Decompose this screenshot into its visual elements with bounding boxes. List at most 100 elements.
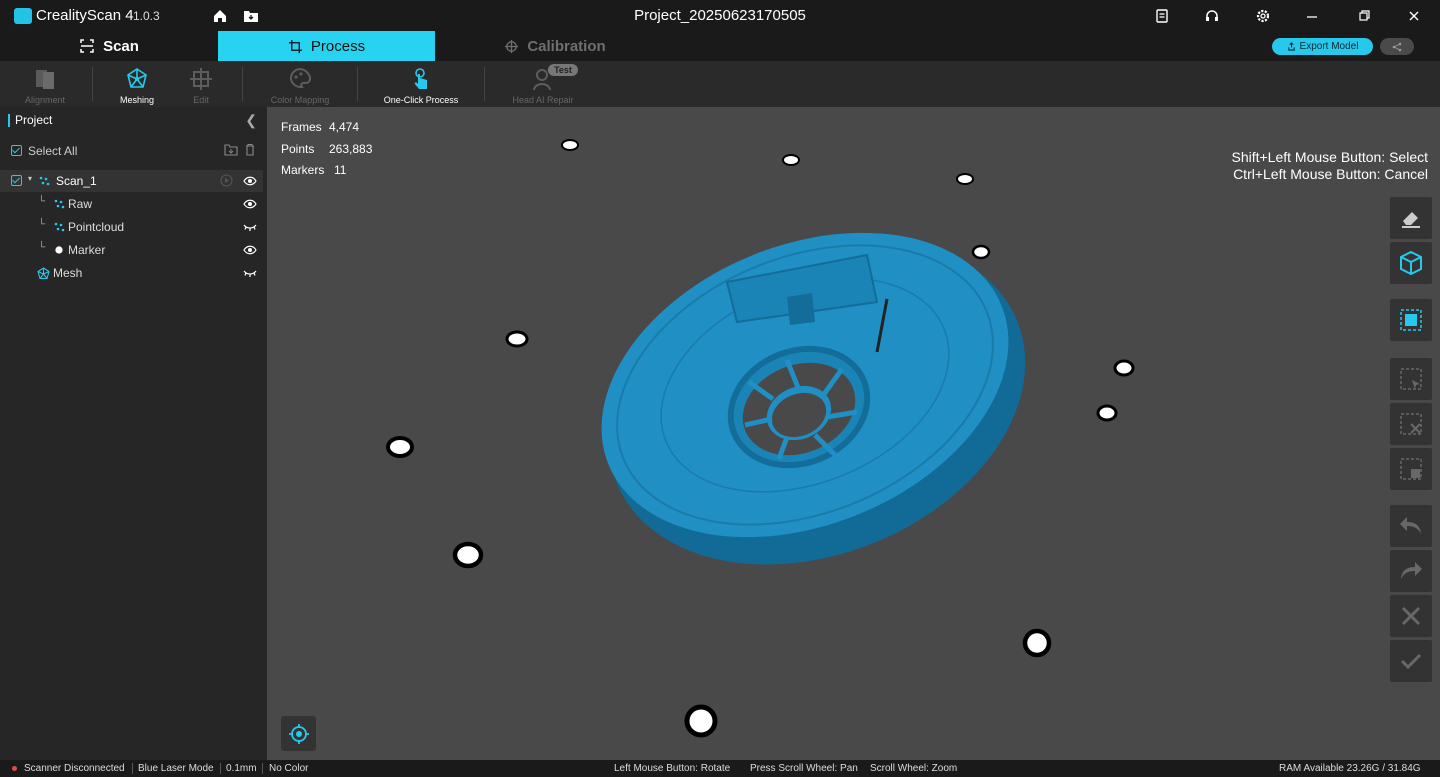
- cancel-x-icon: [1401, 606, 1421, 626]
- home-icon[interactable]: [211, 7, 229, 25]
- test-badge: Test: [548, 64, 578, 76]
- locate-target-icon: [288, 723, 309, 744]
- tab-calibration[interactable]: Calibration: [435, 31, 675, 61]
- folder-icon[interactable]: [242, 7, 260, 25]
- color-mode: No Color: [269, 763, 309, 774]
- confirm-check-icon: [1400, 653, 1422, 670]
- tab-process[interactable]: Process: [218, 31, 435, 61]
- scan-stats: Frames 4,474 Points 263,883 Markers 11: [281, 117, 372, 182]
- cancel-button[interactable]: [1390, 595, 1432, 637]
- frames-label: Frames: [281, 120, 322, 134]
- select-through-icon: [1400, 368, 1422, 390]
- frames-value: 4,474: [329, 120, 360, 134]
- tab-scan-label: Scan: [103, 37, 139, 55]
- visibility-eye-icon[interactable]: [243, 198, 257, 210]
- scan-scene[interactable]: [267, 107, 1440, 760]
- toolbar-divider: [357, 67, 358, 101]
- redo-button[interactable]: [1390, 550, 1432, 592]
- color-mapping-label: Color Mapping: [270, 95, 330, 105]
- project-panel-header: Project ❮: [0, 107, 267, 134]
- edit-grid-icon: [190, 68, 212, 90]
- select-all-checkbox[interactable]: [11, 145, 22, 156]
- eraser-tool-button[interactable]: [1390, 197, 1432, 239]
- visibility-eye-icon[interactable]: [243, 175, 257, 187]
- points-label: Points: [281, 141, 315, 156]
- support-headset-icon[interactable]: [1203, 7, 1221, 25]
- scan-1-checkbox[interactable]: [11, 175, 22, 186]
- toolbar-divider: [242, 67, 243, 101]
- tree-item-label: Marker: [68, 243, 106, 257]
- export-icon: [1287, 42, 1295, 51]
- hidden-eye-closed-icon[interactable]: [243, 267, 257, 279]
- close-icon[interactable]: [1405, 7, 1423, 25]
- rotate-hint: Left Mouse Button: Rotate: [614, 763, 731, 774]
- app-logo-icon: [14, 8, 32, 24]
- crop-frame-icon: [288, 39, 302, 53]
- resolution: 0.1mm: [226, 763, 257, 774]
- export-model-button[interactable]: Export Model: [1272, 38, 1373, 55]
- scan-frame-icon: [80, 39, 94, 53]
- tree-item-marker[interactable]: └ Marker: [0, 239, 263, 261]
- visibility-eye-icon[interactable]: [243, 244, 257, 256]
- color-mapping-tool[interactable]: Color Mapping: [262, 61, 338, 107]
- zoom-hint: Scroll Wheel: Zoom: [870, 763, 958, 774]
- scanned-mesh-model[interactable]: [556, 176, 1074, 624]
- alignment-tool[interactable]: Alignment: [14, 61, 76, 107]
- marker-icon: [54, 245, 64, 255]
- toolbar-divider: [484, 67, 485, 101]
- 3d-viewport[interactable]: Frames 4,474 Points 263,883 Markers 11 Shif…: [267, 107, 1440, 760]
- expand-caret-icon[interactable]: ▾: [28, 174, 32, 183]
- meshing-label: Meshing: [119, 95, 155, 105]
- color-palette-icon: [290, 67, 311, 89]
- points-value: 263,883: [329, 141, 373, 156]
- select-all-row[interactable]: Select All: [0, 140, 263, 162]
- share-button[interactable]: [1380, 38, 1414, 55]
- export-model-label: Export Model: [1299, 41, 1359, 52]
- view-cube-button[interactable]: [1390, 242, 1432, 284]
- invert-selection-icon: [1400, 458, 1422, 480]
- import-folder-icon[interactable]: [224, 143, 238, 156]
- notes-icon[interactable]: [1153, 7, 1171, 25]
- status-divider: [132, 763, 133, 774]
- tree-branch-icon: └: [38, 219, 46, 230]
- tree-item-pointcloud[interactable]: └ Pointcloud: [0, 216, 263, 238]
- play-circle-icon[interactable]: [220, 174, 233, 187]
- ram-available: RAM Available 23.26G / 31.84G: [1279, 763, 1421, 774]
- tree-item-label: Mesh: [53, 266, 83, 280]
- scan-icon: [39, 176, 50, 186]
- restore-icon[interactable]: [1355, 7, 1373, 25]
- tree-item-label: Pointcloud: [68, 220, 125, 234]
- reset-view-button[interactable]: [281, 716, 316, 751]
- selection-hint: Shift+Left Mouse Button: Select Ctrl+Lef…: [1231, 149, 1428, 183]
- edit-tool[interactable]: Edit: [170, 61, 232, 107]
- pan-hint: Press Scroll Wheel: Pan: [750, 763, 858, 774]
- meshing-icon: [127, 68, 147, 88]
- crosshair-icon: [505, 39, 519, 53]
- tree-item-raw[interactable]: └ Raw: [0, 193, 263, 215]
- one-click-process-tool[interactable]: One-Click Process: [378, 61, 464, 107]
- mesh-icon: [37, 267, 50, 280]
- title-bar: CrealityScan 4 1.0.3 Project_20250623170…: [0, 0, 1440, 31]
- tree-item-scan-1[interactable]: ▾ Scan_1: [0, 170, 263, 192]
- meshing-tool[interactable]: Meshing: [106, 61, 168, 107]
- markers-value: 11: [334, 163, 347, 177]
- status-divider: [262, 763, 263, 774]
- box-select-button[interactable]: [1390, 299, 1432, 341]
- tree-branch-icon: └: [38, 242, 46, 253]
- settings-gear-icon[interactable]: [1254, 7, 1272, 25]
- hidden-eye-closed-icon[interactable]: [243, 221, 257, 233]
- select-through-button[interactable]: [1390, 358, 1432, 400]
- box-select-icon: [1400, 309, 1422, 331]
- deselect-button[interactable]: [1390, 403, 1432, 445]
- scanner-status: Scanner Disconnected: [24, 763, 125, 774]
- invert-selection-button[interactable]: [1390, 448, 1432, 490]
- delete-trash-icon[interactable]: [244, 143, 256, 156]
- tab-scan[interactable]: Scan: [0, 31, 218, 61]
- tree-item-mesh[interactable]: Mesh: [0, 262, 263, 284]
- minimize-icon[interactable]: [1303, 7, 1321, 25]
- collapse-panel-icon[interactable]: ❮: [245, 112, 257, 129]
- status-bar: Scanner Disconnected Blue Laser Mode 0.1…: [0, 760, 1440, 777]
- undo-button[interactable]: [1390, 505, 1432, 547]
- select-hint: Shift+Left Mouse Button: Select: [1231, 149, 1428, 165]
- confirm-button[interactable]: [1390, 640, 1432, 682]
